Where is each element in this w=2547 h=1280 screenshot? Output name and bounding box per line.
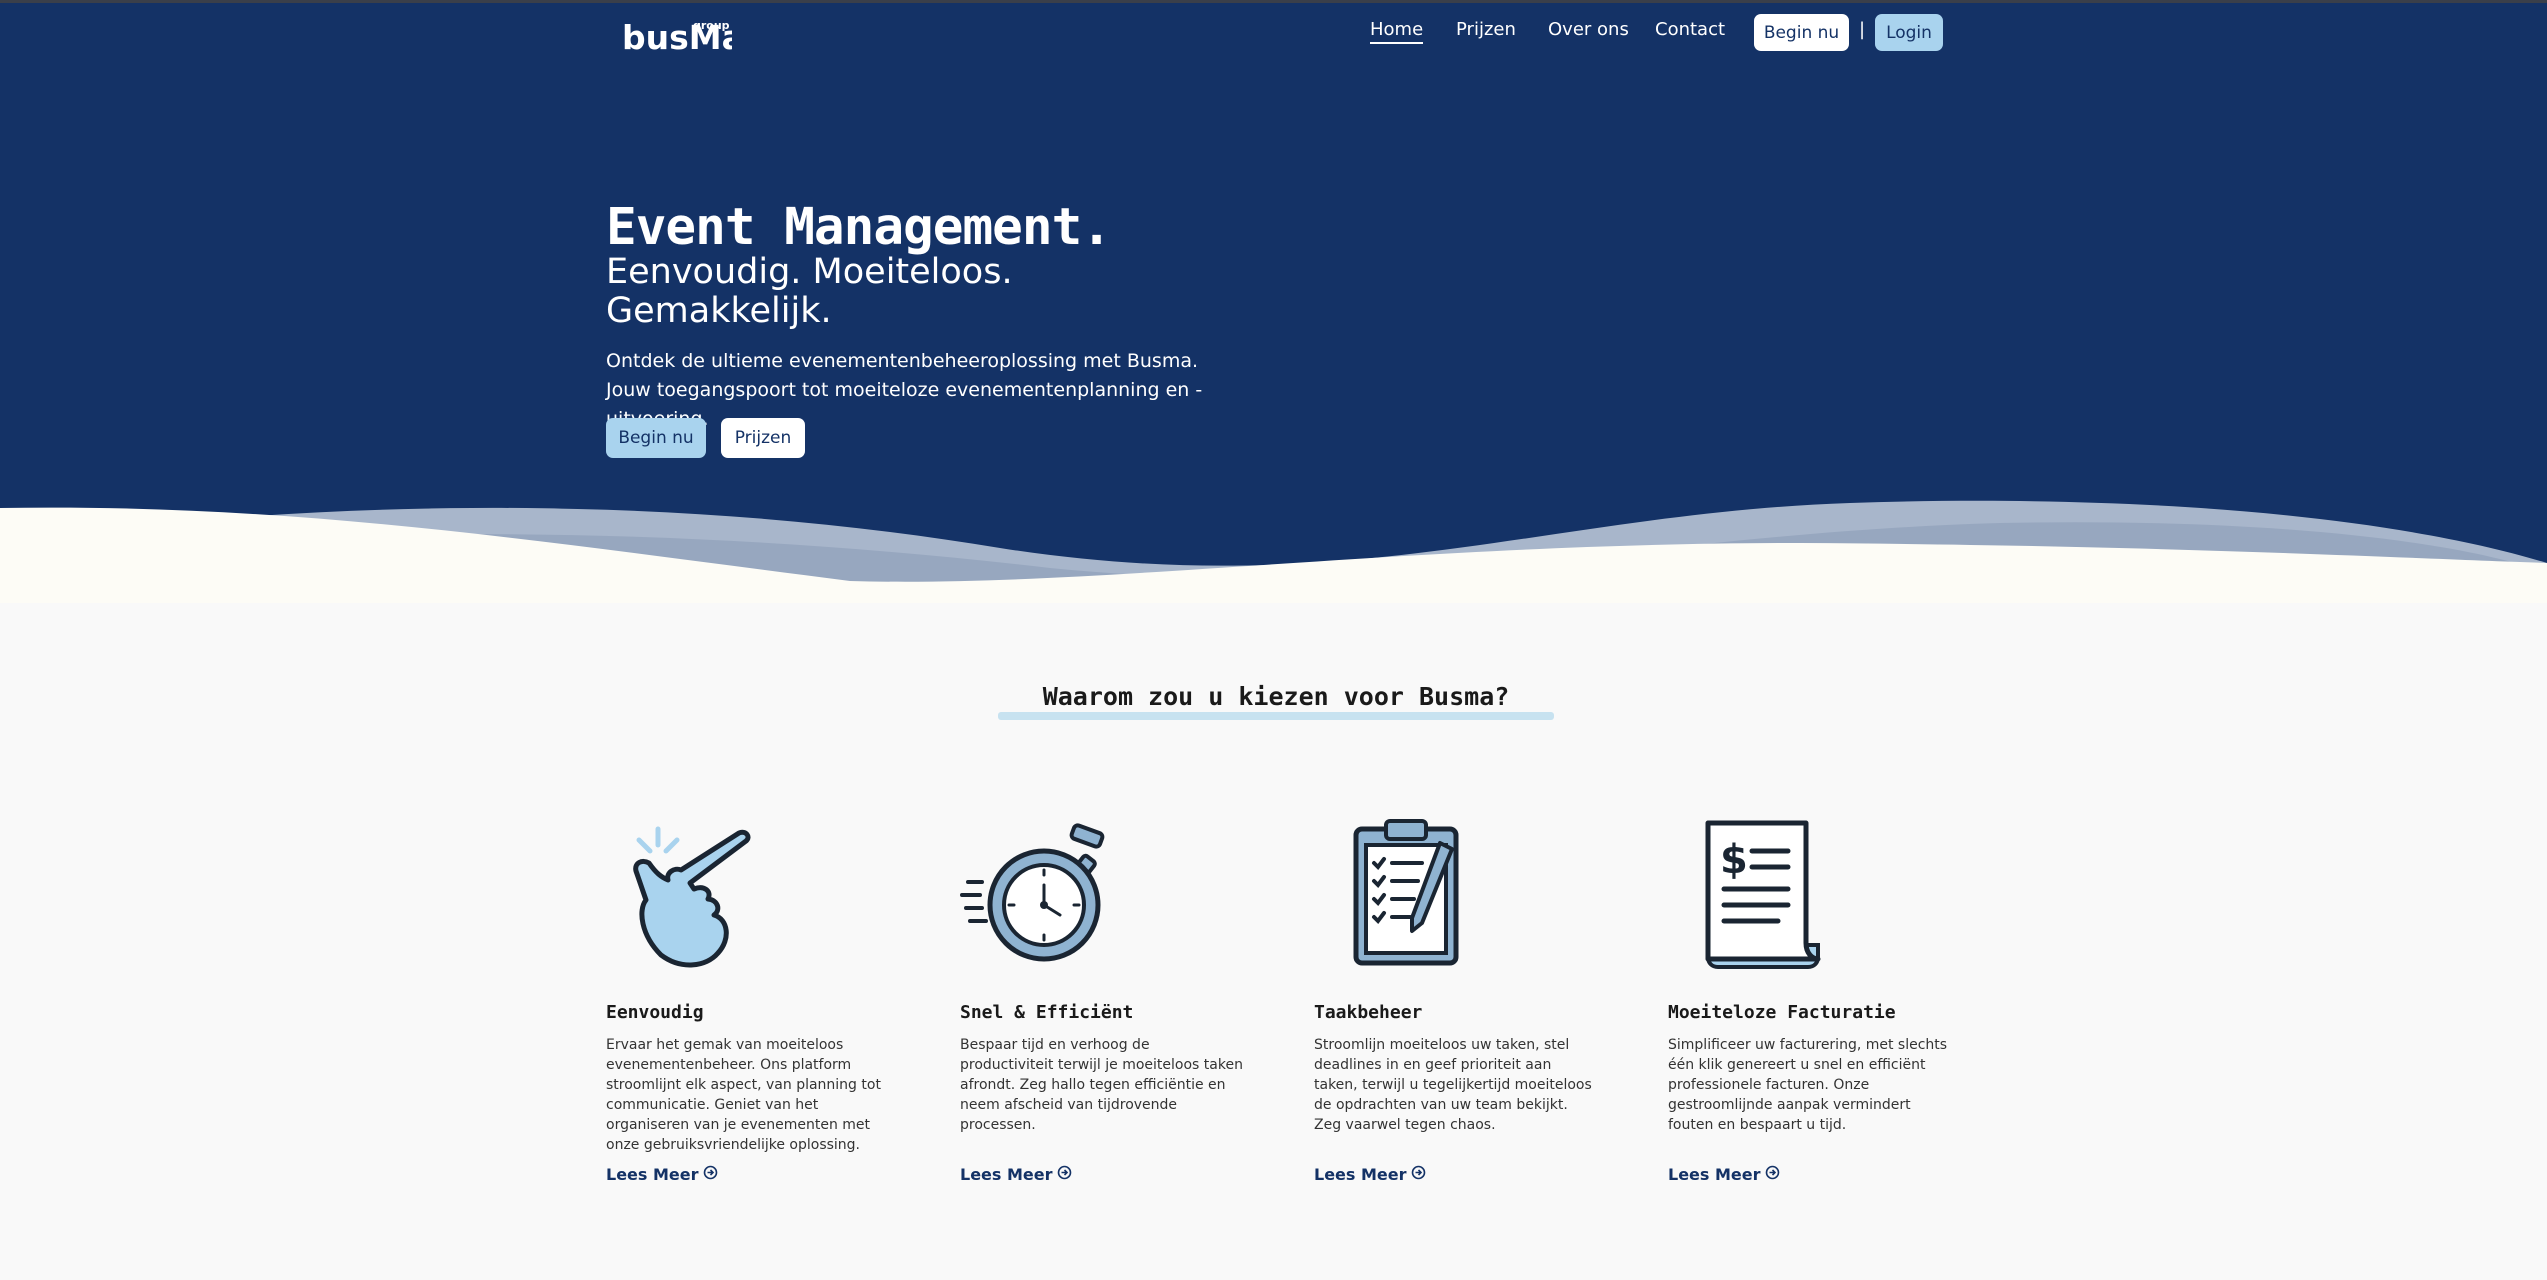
stopwatch-icon: [960, 815, 1130, 975]
hero-begin-nu-button[interactable]: Begin nu: [606, 418, 706, 458]
begin-nu-button[interactable]: Begin nu: [1754, 14, 1849, 51]
hero-section: busMa group Home Prijzen Over ons Contac…: [0, 3, 2547, 603]
why-section-title: Waarom zou u kiezen voor Busma?: [1042, 682, 1510, 711]
snap-fingers-icon: [606, 815, 776, 975]
lees-meer-label: Lees Meer: [606, 1165, 699, 1184]
hero-prijzen-button[interactable]: Prijzen: [721, 418, 805, 458]
lees-meer-label: Lees Meer: [960, 1165, 1053, 1184]
nav-link-prijzen[interactable]: Prijzen: [1456, 19, 1516, 40]
nav-separator: |: [1859, 19, 1866, 40]
feature-description: Stroomlijn moeiteloos uw taken, stel dea…: [1314, 1037, 1592, 1133]
title-underline: [998, 712, 1554, 720]
lees-meer-link[interactable]: Lees Meer: [1314, 1165, 1426, 1184]
feature-title: Taakbeheer: [1314, 1002, 1423, 1023]
lees-meer-link[interactable]: Lees Meer: [606, 1165, 718, 1184]
feature-description: Ervaar het gemak van moeiteloos evenemen…: [606, 1037, 881, 1153]
lees-meer-link[interactable]: Lees Meer: [1668, 1165, 1780, 1184]
arrow-circle-right-icon: [1765, 1165, 1780, 1184]
hero-wave-divider: [0, 500, 2547, 603]
svg-text:group: group: [693, 19, 730, 32]
lees-meer-link[interactable]: Lees Meer: [960, 1165, 1072, 1184]
feature-description: Simplificeer uw facturering, met slechts…: [1668, 1037, 1948, 1133]
feature-title: Snel & Efficiënt: [960, 1002, 1134, 1023]
clipboard-checklist-icon: [1314, 815, 1484, 975]
busma-logo[interactable]: busMa group: [622, 9, 744, 57]
feature-title: Eenvoudig: [606, 1002, 704, 1023]
top-navigation: busMa group Home Prijzen Over ons Contac…: [0, 3, 2547, 63]
login-button[interactable]: Login: [1875, 14, 1943, 51]
hero-title: Event Management.: [606, 198, 1112, 257]
svg-text:$: $: [1720, 837, 1748, 883]
nav-link-over-ons[interactable]: Over ons: [1548, 19, 1629, 40]
invoice-dollar-icon: $: [1668, 815, 1838, 975]
hero-subtitle-line1: Eenvoudig. Moeiteloos.: [606, 252, 1013, 292]
nav-link-home[interactable]: Home: [1370, 19, 1424, 44]
feature-description: Bespaar tijd en verhoog de productivitei…: [960, 1037, 1243, 1133]
arrow-circle-right-icon: [703, 1165, 718, 1184]
feature-title: Moeiteloze Facturatie: [1668, 1002, 1896, 1023]
nav-link-contact[interactable]: Contact: [1655, 19, 1725, 40]
hero-subtitle-line2: Gemakkelijk.: [606, 291, 832, 331]
lees-meer-label: Lees Meer: [1314, 1165, 1407, 1184]
lees-meer-label: Lees Meer: [1668, 1165, 1761, 1184]
arrow-circle-right-icon: [1057, 1165, 1072, 1184]
arrow-circle-right-icon: [1411, 1165, 1426, 1184]
